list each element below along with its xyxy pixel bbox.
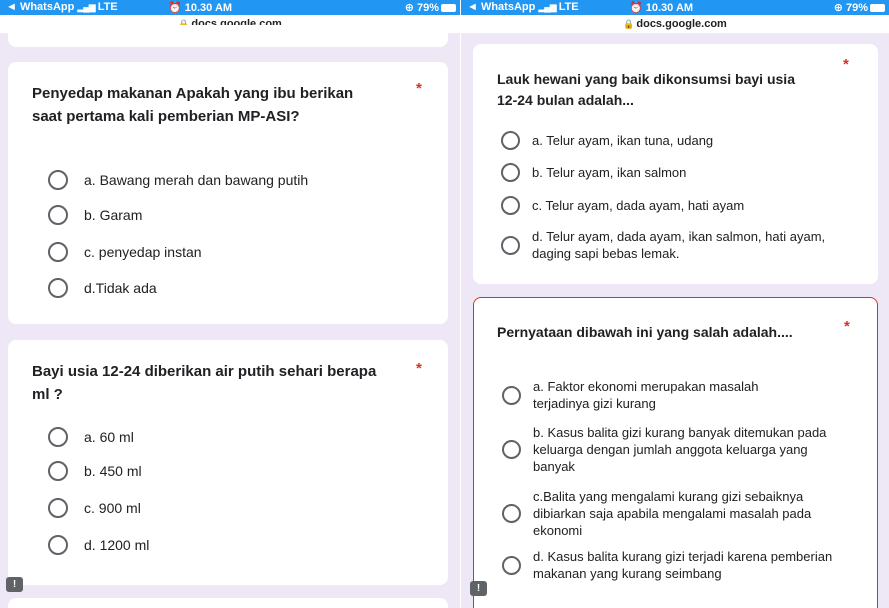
radio-option[interactable]: b. Kasus balita gizi kurang banyak ditem… bbox=[502, 424, 838, 475]
radio-button[interactable] bbox=[501, 131, 520, 150]
radio-option[interactable]: a. Bawang merah dan bawang putih bbox=[48, 170, 308, 190]
signal-icon: ▂▄▆ bbox=[538, 2, 556, 12]
radio-option[interactable]: a. Telur ayam, ikan tuna, udang bbox=[501, 131, 713, 150]
status-time: ⏰ 10.30 AM bbox=[168, 2, 233, 14]
question-card-partial bbox=[8, 598, 448, 608]
required-asterisk: * bbox=[416, 80, 422, 97]
radio-option[interactable]: b. 450 ml bbox=[48, 461, 142, 481]
required-asterisk: * bbox=[416, 360, 422, 377]
radio-option[interactable]: b. Telur ayam, ikan salmon bbox=[501, 163, 686, 182]
right-screen: ◄ WhatsApp ▂▄▆ LTE ⏰ 10.30 AM ⊕ 79% 🔒 doc… bbox=[461, 0, 889, 608]
radio-option[interactable]: d. Kasus balita kurang gizi terjadi kare… bbox=[502, 548, 838, 582]
radio-option[interactable]: d.Tidak ada bbox=[48, 278, 157, 298]
signal-icon: ▂▄▆ bbox=[77, 2, 95, 12]
battery-icon bbox=[870, 4, 885, 13]
radio-button[interactable] bbox=[48, 461, 68, 481]
radio-button[interactable] bbox=[502, 385, 521, 405]
left-screen: ◄ WhatsApp ▂▄▆ LTE ⏰ 10.30 AM ⊕ 79% 🔒 doc… bbox=[0, 0, 460, 608]
radio-button[interactable] bbox=[48, 170, 68, 190]
question-title: Lauk hewani yang baik dikonsumsi bayi us… bbox=[497, 71, 795, 108]
status-time: ⏰ 10.30 AM bbox=[629, 2, 694, 14]
radio-button[interactable] bbox=[48, 498, 68, 518]
radio-option[interactable]: d. 1200 ml bbox=[48, 535, 149, 555]
alarm-icon: ⏰ bbox=[168, 2, 182, 14]
lock-icon: 🔒 bbox=[623, 19, 635, 29]
question-title: Penyedap makanan Apakah yang ibu berikan… bbox=[32, 85, 354, 125]
radio-button[interactable] bbox=[48, 242, 68, 262]
radio-button[interactable] bbox=[48, 205, 68, 225]
status-battery: ⊕ 79% bbox=[405, 1, 456, 14]
radio-option[interactable]: c.Balita yang mengalami kurang gizi seba… bbox=[502, 488, 838, 539]
question-card: Penyedap makanan Apakah yang ibu berikan… bbox=[8, 62, 448, 324]
alarm-icon: ⏰ bbox=[629, 2, 643, 14]
radio-option[interactable]: b. Garam bbox=[48, 205, 142, 225]
status-bar: ◄ WhatsApp ▂▄▆ LTE ⏰ 10.30 AM ⊕ 79% bbox=[461, 0, 889, 15]
question-card: Lauk hewani yang baik dikonsumsi bayi us… bbox=[473, 44, 878, 284]
question-card-error: Pernyataan dibawah ini yang salah adalah… bbox=[473, 297, 878, 608]
radio-option[interactable]: d. Telur ayam, dada ayam, ikan salmon, h… bbox=[501, 228, 832, 262]
radio-button[interactable] bbox=[501, 163, 520, 182]
url-bar[interactable]: 🔒 docs.google.com bbox=[461, 15, 889, 33]
report-problem-button[interactable]: ! bbox=[6, 577, 23, 592]
radio-button[interactable] bbox=[502, 440, 521, 459]
question-title: Pernyataan dibawah ini yang salah adalah… bbox=[497, 324, 793, 340]
radio-option[interactable]: c. penyedap instan bbox=[48, 242, 202, 262]
status-bar: ◄ WhatsApp ▂▄▆ LTE ⏰ 10.30 AM ⊕ 79% bbox=[0, 0, 460, 15]
radio-button[interactable] bbox=[501, 196, 520, 215]
rotation-lock-icon: ⊕ bbox=[404, 2, 414, 14]
rotation-lock-icon: ⊕ bbox=[833, 2, 843, 14]
radio-option[interactable]: a. 60 ml bbox=[48, 427, 134, 447]
radio-button[interactable] bbox=[502, 504, 521, 523]
radio-button[interactable] bbox=[502, 555, 521, 575]
status-battery: ⊕ 79% bbox=[834, 1, 885, 14]
radio-option[interactable]: c. Telur ayam, dada ayam, hati ayam bbox=[501, 196, 744, 215]
radio-button[interactable] bbox=[48, 535, 68, 555]
status-carrier: ◄ WhatsApp ▂▄▆ LTE bbox=[467, 1, 579, 13]
question-title: Bayi usia 12-24 diberikan air putih seha… bbox=[32, 363, 377, 403]
required-asterisk: * bbox=[843, 56, 849, 73]
status-carrier: ◄ WhatsApp ▂▄▆ LTE bbox=[6, 1, 118, 13]
radio-button[interactable] bbox=[48, 427, 68, 447]
radio-button[interactable] bbox=[501, 235, 520, 255]
radio-option[interactable]: a. Faktor ekonomi merupakan masalah terj… bbox=[502, 378, 818, 412]
report-problem-button[interactable]: ! bbox=[470, 581, 487, 596]
question-card-partial bbox=[8, 25, 448, 47]
required-asterisk: * bbox=[844, 318, 850, 335]
radio-option[interactable]: c. 900 ml bbox=[48, 498, 141, 518]
question-card: Bayi usia 12-24 diberikan air putih seha… bbox=[8, 340, 448, 585]
battery-icon bbox=[441, 4, 456, 13]
radio-button[interactable] bbox=[48, 278, 68, 298]
